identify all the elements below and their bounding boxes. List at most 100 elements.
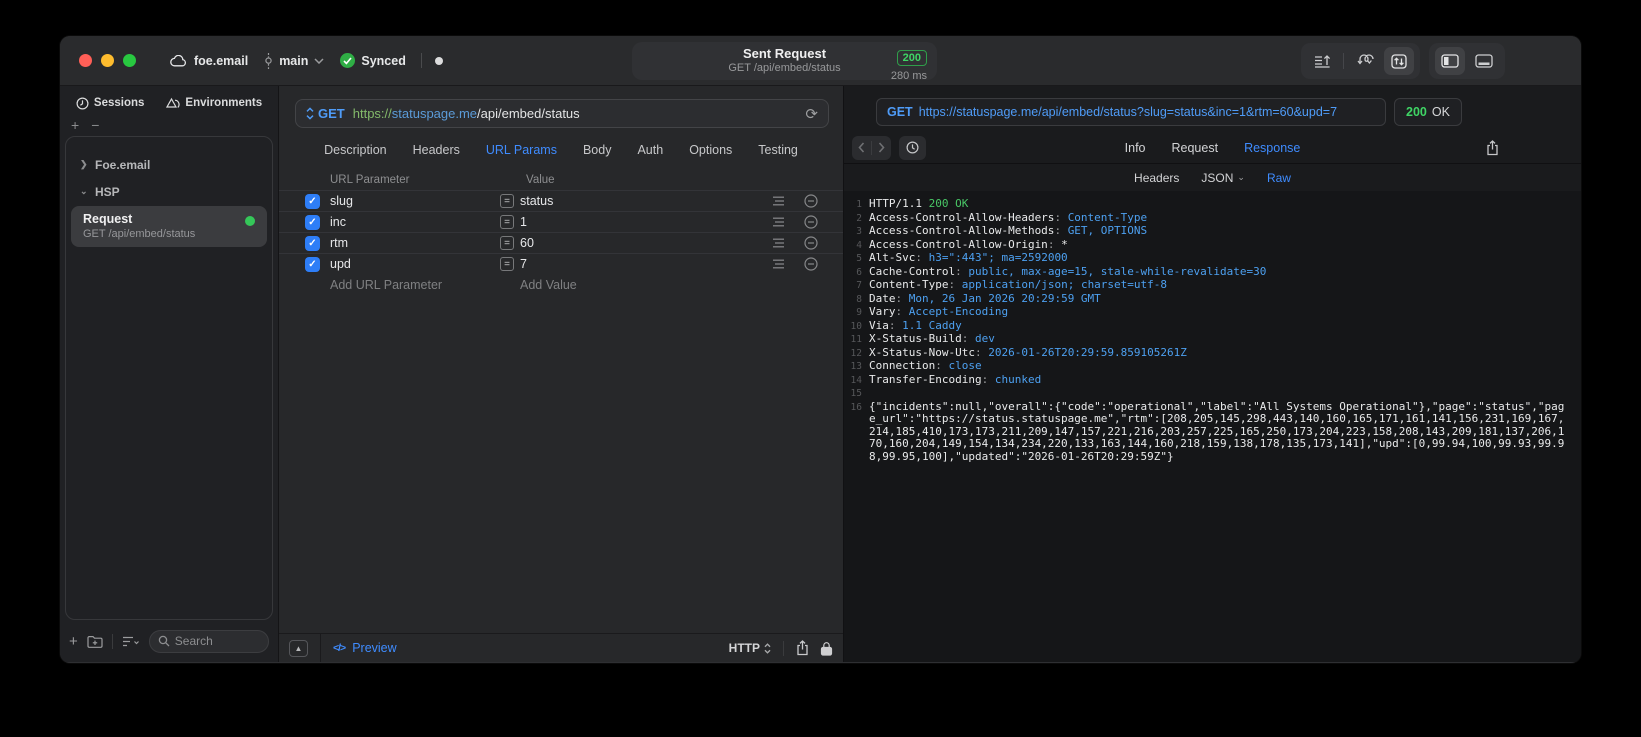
param-options-button[interactable] [772, 217, 785, 227]
toggle-bottom-panel-button[interactable] [1469, 47, 1499, 75]
add-param-name-placeholder[interactable]: Add URL Parameter [330, 278, 442, 292]
request-status-dot [245, 216, 255, 226]
param-name-field[interactable]: inc [330, 215, 346, 229]
branch-name: main [279, 53, 309, 68]
sync-status[interactable]: Synced [340, 53, 406, 68]
request-url-bar[interactable]: GET https://statuspage.me/api/embed/stat… [295, 99, 829, 128]
search-input[interactable] [174, 634, 260, 648]
remove-param-button[interactable] [804, 236, 818, 250]
tab-testing[interactable]: Testing [758, 143, 798, 157]
param-checkbox[interactable]: ✓ [305, 256, 320, 272]
tab-options[interactable]: Options [689, 143, 732, 157]
url-params-table: URL Parameter Value ✓ slug = status ✓ in… [279, 170, 843, 296]
param-name-field[interactable]: slug [330, 194, 353, 208]
response-line: 8 Date: Mon, 26 Jan 2026 20:29:59 GMT [846, 292, 1567, 307]
lock-button[interactable] [820, 641, 833, 656]
param-row: ✓ slug = status [279, 190, 843, 211]
param-value-field[interactable]: status [520, 194, 553, 208]
resend-request-button[interactable]: ⟳ [805, 105, 818, 123]
tab-body[interactable]: Body [583, 143, 612, 157]
toggle-sidebar-button[interactable] [1435, 47, 1465, 75]
line-number: 5 [856, 253, 862, 264]
tab-url-params[interactable]: URL Params [486, 143, 557, 157]
url-path[interactable]: /api/embed/status [477, 106, 580, 121]
sidebar-tab-sessions[interactable]: Sessions [76, 96, 144, 110]
summary-subtitle: GET /api/embed/status [728, 62, 841, 75]
group-label: Foe.email [95, 157, 151, 172]
remove-param-button[interactable] [804, 257, 818, 271]
request-summary-pill[interactable]: Sent Request GET /api/embed/status 200 2… [632, 42, 937, 82]
param-value-field[interactable]: 1 [520, 215, 527, 229]
param-options-button[interactable] [772, 196, 785, 206]
tools-divider [1343, 53, 1344, 69]
add-param-value-placeholder[interactable]: Add Value [520, 278, 577, 292]
param-checkbox[interactable]: ✓ [305, 214, 320, 230]
param-checkbox[interactable]: ✓ [305, 235, 320, 251]
sidebar-layout-icon [1441, 54, 1459, 68]
column-header-value: Value [526, 174, 555, 186]
tree-group-foe-email[interactable]: ❯ Foe.email [66, 151, 272, 178]
method-stepper-icon[interactable] [306, 107, 314, 120]
request-list-item[interactable]: Request GET /api/embed/status [71, 206, 267, 247]
new-request-button[interactable]: + [69, 633, 78, 650]
column-header-name: URL Parameter [330, 174, 410, 186]
add-param-row[interactable]: Add URL Parameter Add Value [279, 274, 843, 296]
tab-headers[interactable]: Headers [413, 143, 460, 157]
collapse-panel-button[interactable]: ▲ [289, 639, 308, 657]
tab-response[interactable]: Response [1244, 141, 1300, 155]
remove-session-button[interactable]: − [91, 118, 99, 134]
protocol-selector[interactable]: HTTP [729, 641, 771, 655]
line-content: Access-Control-Allow-Methods: GET, OPTIO… [869, 224, 1148, 237]
minimize-window-button[interactable] [101, 54, 114, 67]
titlebar-divider [420, 53, 422, 68]
add-session-button[interactable]: + [71, 118, 79, 134]
zoom-window-button[interactable] [123, 54, 136, 67]
param-name-field[interactable]: upd [330, 257, 351, 271]
export-response-button[interactable] [1486, 139, 1499, 156]
preview-button[interactable]: </> Preview [333, 641, 397, 655]
share-icon [1487, 139, 1498, 155]
remove-param-button[interactable] [804, 194, 818, 208]
tab-info[interactable]: Info [1125, 141, 1146, 155]
sort-list-button[interactable] [122, 636, 140, 647]
param-options-button[interactable] [772, 259, 785, 269]
transfer-button[interactable] [1384, 47, 1414, 75]
sidebar-tab-environments[interactable]: Environments [166, 97, 262, 110]
sidebar-search[interactable] [148, 629, 269, 653]
line-number: 8 [856, 293, 862, 305]
tree-group-hsp[interactable]: ⌄ HSP [66, 178, 272, 205]
response-line: 1 HTTP/1.1 200 OK [846, 197, 1567, 212]
lines-icon [773, 238, 784, 248]
flow-button[interactable] [1350, 47, 1380, 75]
tab-headers[interactable]: Headers [1134, 171, 1179, 185]
tab-description[interactable]: Description [324, 143, 387, 157]
param-checkbox[interactable]: ✓ [305, 193, 320, 209]
sent-request-url[interactable]: GET https://statuspage.me/api/embed/stat… [876, 98, 1386, 126]
remove-param-button[interactable] [804, 215, 818, 229]
import-export-button[interactable] [1307, 47, 1337, 75]
minus-circle-icon [804, 194, 818, 208]
response-body[interactable]: 1 HTTP/1.1 200 OK 2 Access-Control-Allow-He… [844, 191, 1581, 662]
tab-json[interactable]: JSON ⌄ [1201, 171, 1245, 185]
tab-auth[interactable]: Auth [637, 143, 663, 157]
tab-request[interactable]: Request [1172, 141, 1219, 155]
response-line: 3 Access-Control-Allow-Methods: GET, OPTI… [846, 224, 1567, 239]
close-window-button[interactable] [79, 54, 92, 67]
line-number: 4 [856, 239, 862, 251]
environments-tab-label: Environments [185, 97, 263, 109]
branch-selector[interactable]: main [264, 52, 324, 69]
param-value-field[interactable]: 7 [520, 257, 527, 271]
share-button[interactable] [796, 640, 809, 656]
param-name-field[interactable]: rtm [330, 236, 348, 250]
request-method[interactable]: GET [318, 106, 345, 121]
chevron-down-icon [314, 57, 324, 64]
param-value-field[interactable]: 60 [520, 236, 534, 250]
project-cloud[interactable]: foe.email [170, 54, 248, 68]
url-host[interactable]: statuspage.me [392, 106, 477, 121]
url-scheme[interactable]: https:// [353, 106, 392, 121]
response-status-box: 200 OK [1394, 98, 1462, 126]
equals-icon: = [500, 194, 514, 208]
new-folder-button[interactable] [87, 635, 103, 648]
tab-raw[interactable]: Raw [1267, 171, 1291, 185]
param-options-button[interactable] [772, 238, 785, 248]
